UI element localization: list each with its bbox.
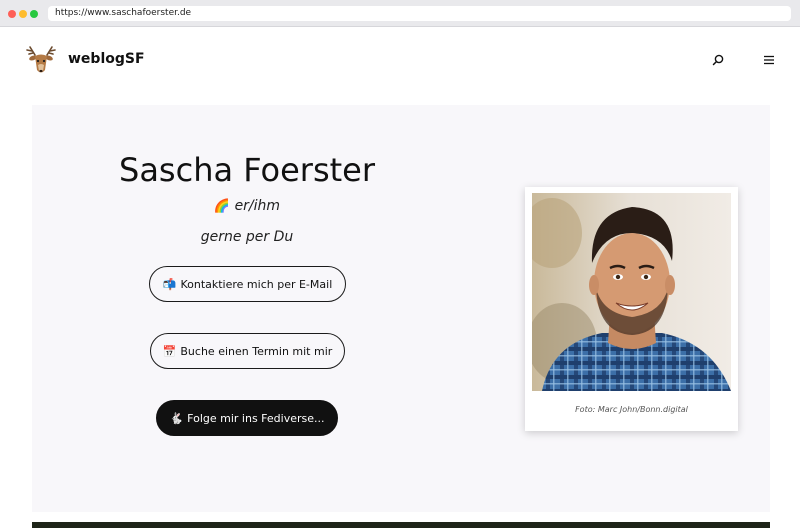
- follow-fediverse-button[interactable]: 🐇 Folge mir ins Fediverse...: [156, 400, 338, 436]
- portrait-card: Foto: Marc John/Bonn.digital: [525, 187, 738, 431]
- contact-email-button[interactable]: 📬 Kontaktiere mich per E-Mail: [149, 266, 346, 302]
- window-close-button[interactable]: [8, 10, 16, 18]
- pronoun-text: er/ihm: [234, 198, 281, 214]
- address-bar[interactable]: https://www.saschafoerster.de: [48, 6, 791, 21]
- deer-head-icon[interactable]: [24, 43, 58, 77]
- follow-fediverse-label: Folge mir ins Fediverse...: [187, 411, 325, 425]
- site-header: weblogSF: [0, 27, 800, 97]
- informal-note: gerne per Du: [200, 229, 294, 245]
- calendar-icon: 📅: [162, 344, 177, 358]
- hamburger-menu-icon[interactable]: [762, 53, 776, 67]
- search-icon[interactable]: [711, 53, 725, 67]
- next-section-edge: [32, 522, 770, 528]
- contact-email-label: Kontaktiere mich per E-Mail: [180, 277, 333, 291]
- photo-caption: Foto: Marc John/Bonn.digital: [575, 405, 688, 414]
- page-title: Sascha Foerster: [119, 151, 375, 189]
- window-minimize-button[interactable]: [19, 10, 27, 18]
- book-appointment-label: Buche einen Termin mit mir: [180, 344, 333, 358]
- window-maximize-button[interactable]: [30, 10, 38, 18]
- hero-section: Sascha Foerster 🌈 er/ihm gerne per Du 📬 …: [32, 105, 770, 512]
- portrait-photo: [532, 193, 731, 391]
- browser-toolbar: https://www.saschafoerster.de: [0, 0, 800, 27]
- pronoun-line: 🌈 er/ihm: [32, 198, 462, 214]
- rainbow-icon: 🌈: [213, 199, 231, 214]
- mailbox-icon: 📬: [162, 277, 177, 291]
- book-appointment-button[interactable]: 📅 Buche einen Termin mit mir: [150, 333, 345, 369]
- site-brand-link[interactable]: weblogSF: [68, 51, 145, 67]
- rabbit-icon: 🐇: [169, 411, 184, 425]
